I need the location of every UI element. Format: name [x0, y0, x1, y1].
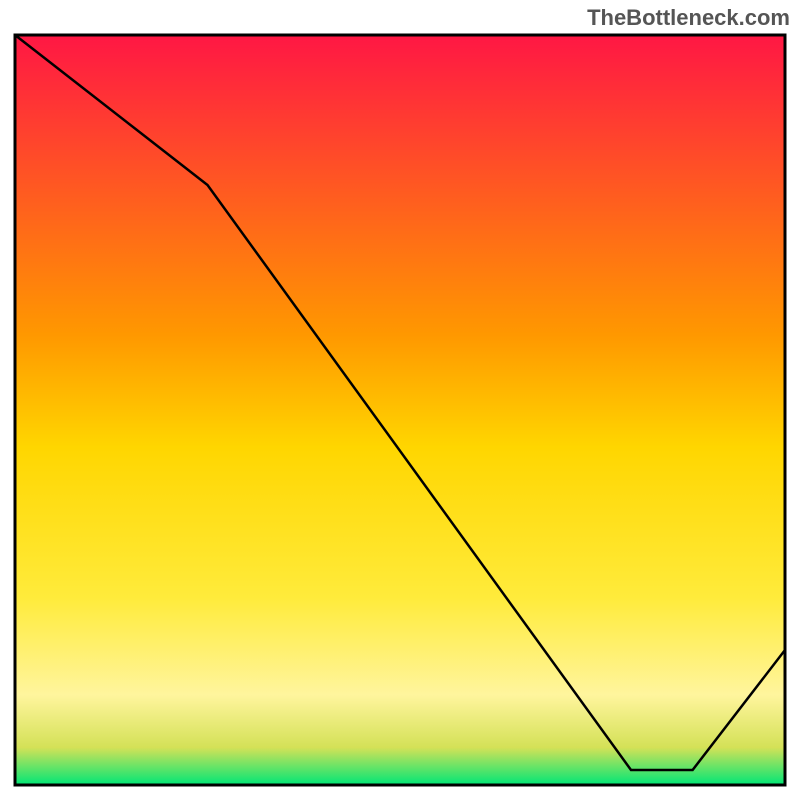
gradient-background	[15, 35, 785, 785]
watermark-text: TheBottleneck.com	[587, 5, 790, 31]
chart-svg	[10, 30, 790, 790]
chart-container	[10, 30, 790, 790]
